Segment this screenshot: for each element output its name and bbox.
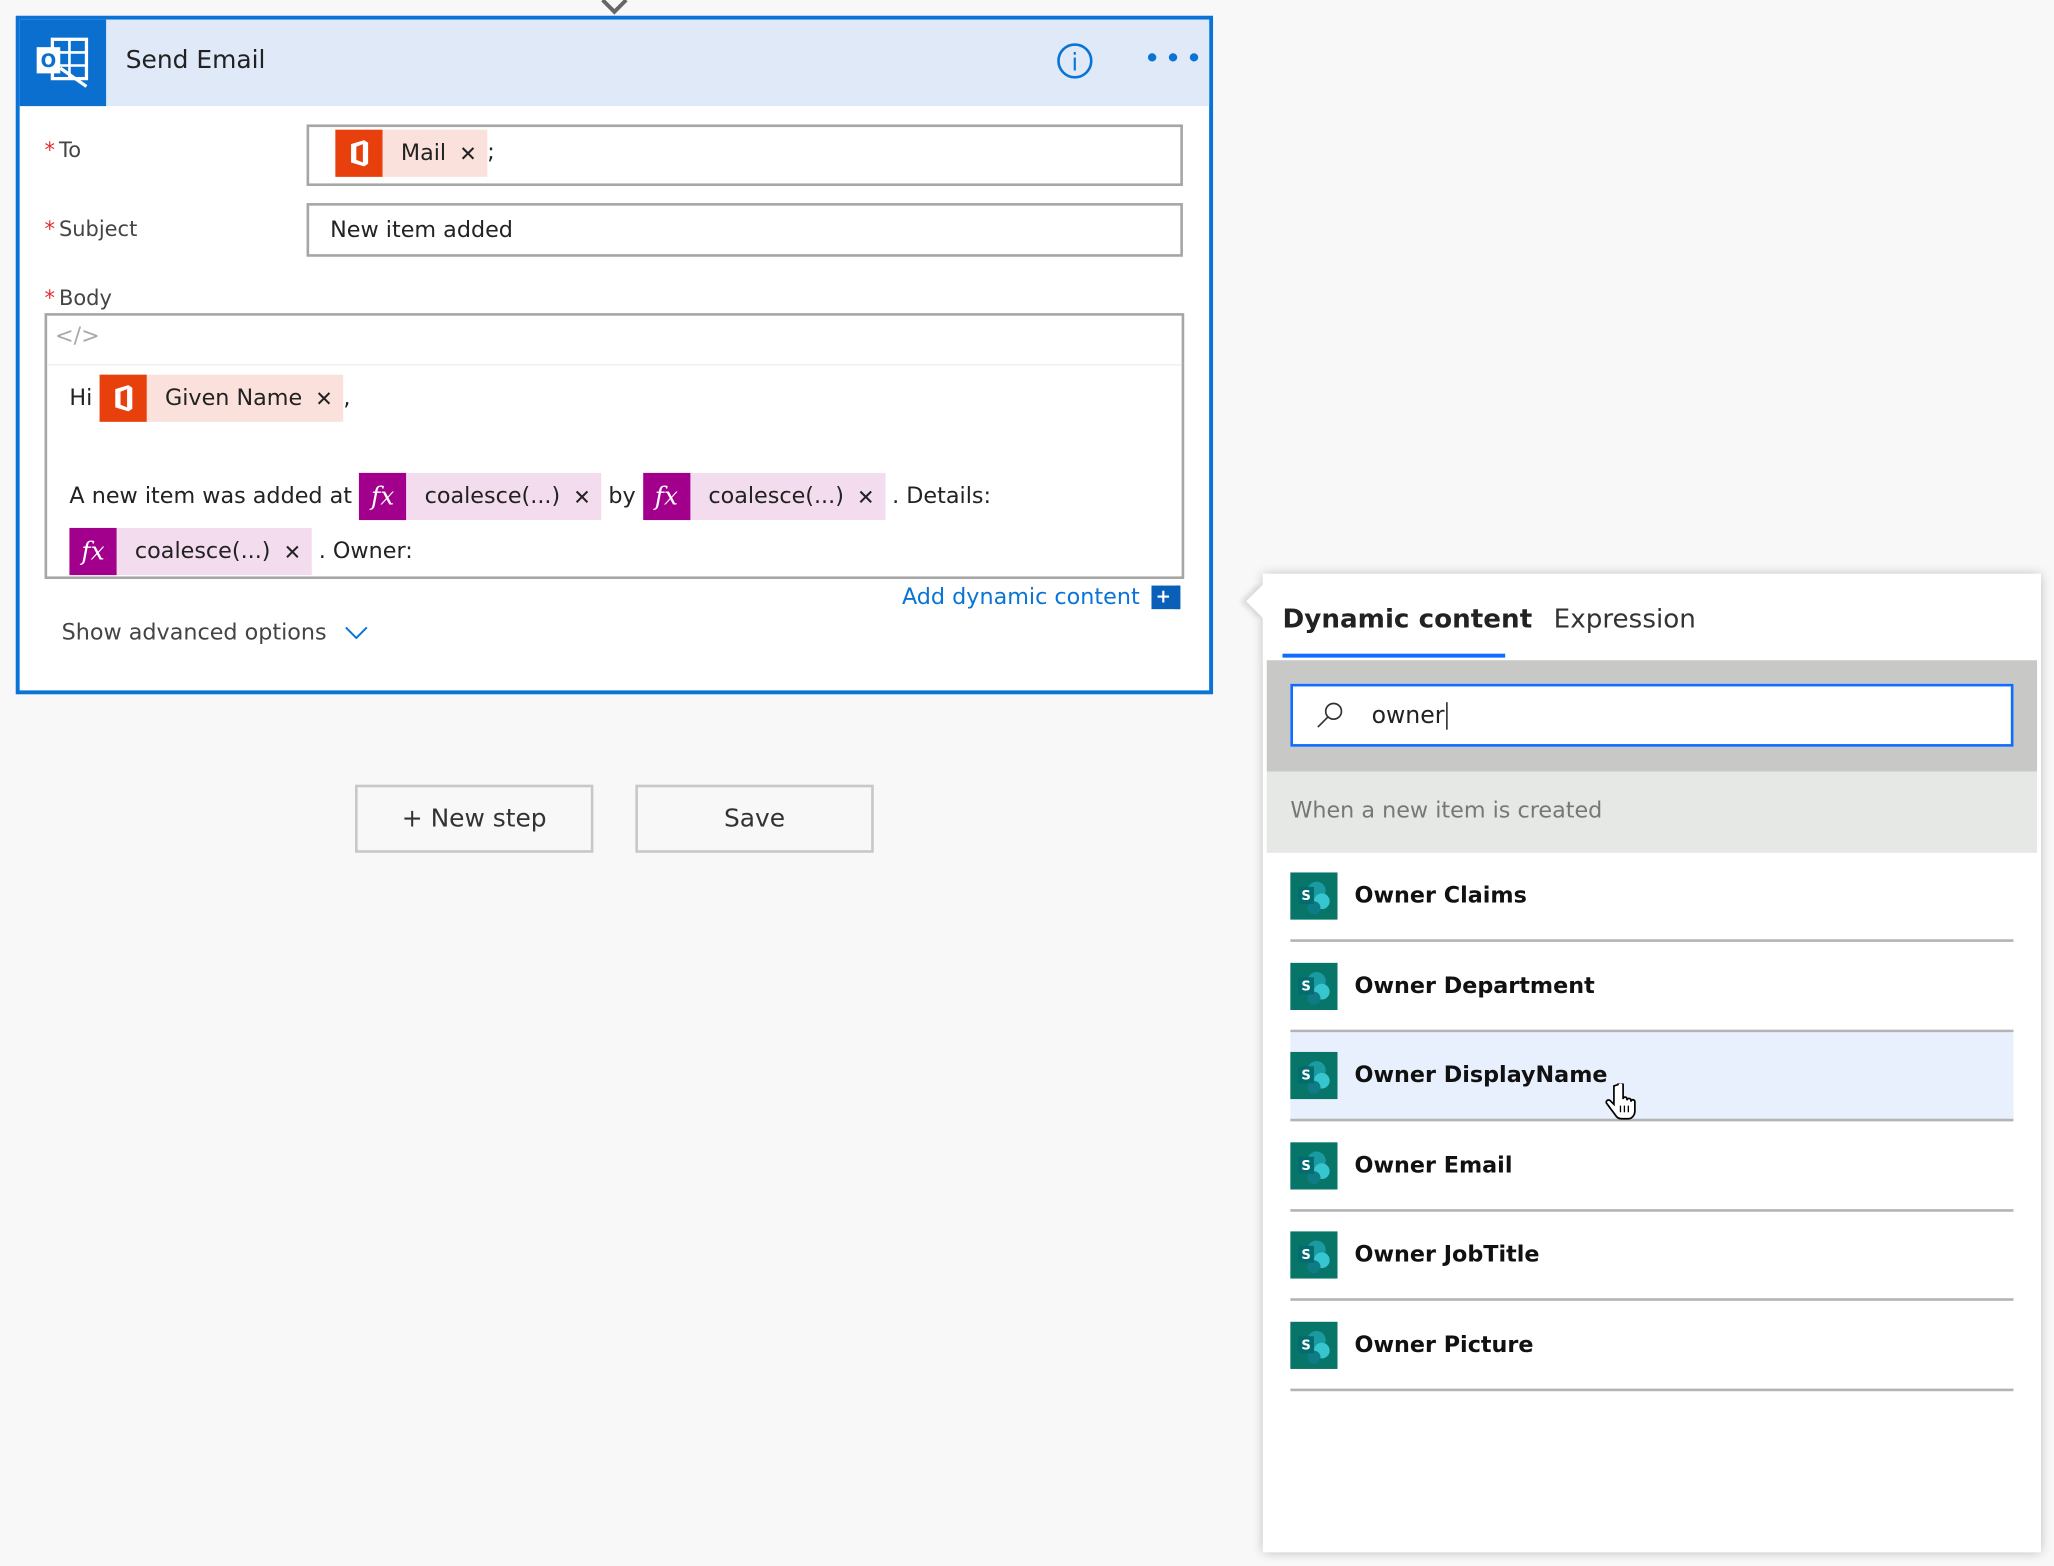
- dynamic-content-panel: Dynamic content Expression owner When a …: [1246, 573, 2041, 1553]
- connector-arrow-icon: [601, 0, 628, 15]
- card-header[interactable]: O Send Email i •••: [19, 19, 1210, 107]
- svg-text:O: O: [41, 51, 57, 72]
- svg-text:S: S: [1301, 1338, 1310, 1353]
- show-advanced-options[interactable]: Show advanced options: [62, 620, 369, 646]
- remove-token-icon[interactable]: ✕: [857, 484, 875, 509]
- section-header: When a new item is created: [1266, 771, 2038, 853]
- info-icon[interactable]: i: [1057, 43, 1093, 79]
- svg-text:S: S: [1301, 979, 1310, 994]
- tab-expression[interactable]: Expression: [1554, 603, 1696, 634]
- dynamic-content-item-label: Owner Picture: [1354, 1332, 1534, 1359]
- outlook-icon: O: [19, 19, 107, 107]
- code-view-icon[interactable]: </>: [55, 324, 100, 350]
- search-area: owner: [1266, 660, 2038, 772]
- dynamic-content-item[interactable]: S Owner JobTitle: [1290, 1212, 2014, 1302]
- send-email-card: O Send Email i ••• * To Mail ✕ ; * Subject …: [15, 15, 1214, 695]
- svg-text:S: S: [1301, 1159, 1310, 1174]
- remove-token-icon[interactable]: ✕: [573, 484, 591, 509]
- sharepoint-icon: S: [1290, 1052, 1338, 1100]
- active-tab-indicator: [1282, 653, 1506, 658]
- sharepoint-icon: S: [1290, 1231, 1338, 1280]
- body-line-2: A new item was added at fx coalesce(...) ✕…: [69, 472, 991, 521]
- add-dynamic-content-link[interactable]: Add dynamic content +: [902, 584, 1181, 610]
- card-title: Send Email: [125, 45, 266, 75]
- office-icon: [99, 374, 147, 422]
- expression-token[interactable]: fx coalesce(...) ✕: [359, 472, 602, 521]
- save-button[interactable]: Save: [635, 784, 874, 853]
- sharepoint-icon: S: [1290, 1321, 1338, 1369]
- tab-dynamic-content[interactable]: Dynamic content: [1282, 603, 1532, 634]
- fx-icon: fx: [359, 472, 407, 521]
- fx-icon: fx: [69, 527, 117, 576]
- dynamic-content-item[interactable]: S Owner DisplayName: [1290, 1032, 2014, 1122]
- dynamic-content-item[interactable]: S Owner Picture: [1290, 1302, 2014, 1392]
- add-icon: +: [1151, 585, 1181, 610]
- mail-token[interactable]: Mail ✕: [335, 129, 488, 177]
- search-input[interactable]: owner: [1290, 683, 2014, 747]
- expression-token[interactable]: fx coalesce(...) ✕: [69, 527, 312, 576]
- body-line-3: fx coalesce(...) ✕ . Owner:: [69, 527, 413, 576]
- body-label: * Body: [44, 285, 112, 311]
- chevron-down-icon: [345, 626, 368, 640]
- new-step-button[interactable]: + New step: [355, 784, 594, 853]
- sharepoint-icon: S: [1290, 1142, 1338, 1190]
- office-icon: [335, 129, 383, 177]
- to-label: * To: [44, 137, 82, 163]
- svg-text:S: S: [1301, 1248, 1310, 1263]
- subject-input[interactable]: New item added: [306, 203, 1183, 257]
- dynamic-content-item-label: Owner DisplayName: [1354, 1062, 1608, 1089]
- dynamic-content-item-label: Owner Claims: [1354, 882, 1527, 910]
- svg-text:S: S: [1301, 1069, 1310, 1084]
- dynamic-content-item-label: Owner Department: [1354, 972, 1595, 999]
- hand-cursor-icon: [1605, 1083, 1636, 1120]
- body-line-1: Hi Given Name ✕ ,: [69, 374, 350, 422]
- dynamic-content-item[interactable]: S Owner Email: [1290, 1122, 2014, 1212]
- remove-token-icon[interactable]: ✕: [459, 141, 477, 166]
- dynamic-content-item-label: Owner JobTitle: [1354, 1242, 1540, 1269]
- more-options-icon[interactable]: •••: [1144, 43, 1207, 76]
- search-icon: [1317, 702, 1343, 728]
- sharepoint-icon: S: [1290, 962, 1338, 1010]
- remove-token-icon[interactable]: ✕: [284, 539, 302, 564]
- body-editor[interactable]: </> Hi Given Name ✕ , A new item was adde…: [44, 313, 1185, 580]
- dynamic-content-item[interactable]: S Owner Claims: [1290, 853, 2014, 942]
- fx-icon: fx: [642, 472, 690, 521]
- dynamic-content-item-label: Owner Email: [1354, 1152, 1513, 1179]
- given-name-token[interactable]: Given Name ✕: [99, 374, 344, 422]
- sharepoint-icon: S: [1290, 872, 1338, 920]
- expression-token[interactable]: fx coalesce(...) ✕: [642, 472, 886, 521]
- svg-text:S: S: [1301, 889, 1310, 904]
- dynamic-content-item[interactable]: S Owner Department: [1290, 943, 2014, 1032]
- remove-token-icon[interactable]: ✕: [315, 386, 333, 411]
- subject-label: * Subject: [44, 216, 138, 242]
- editor-toolbar: </>: [47, 316, 1182, 366]
- to-field[interactable]: Mail ✕ ;: [306, 124, 1183, 187]
